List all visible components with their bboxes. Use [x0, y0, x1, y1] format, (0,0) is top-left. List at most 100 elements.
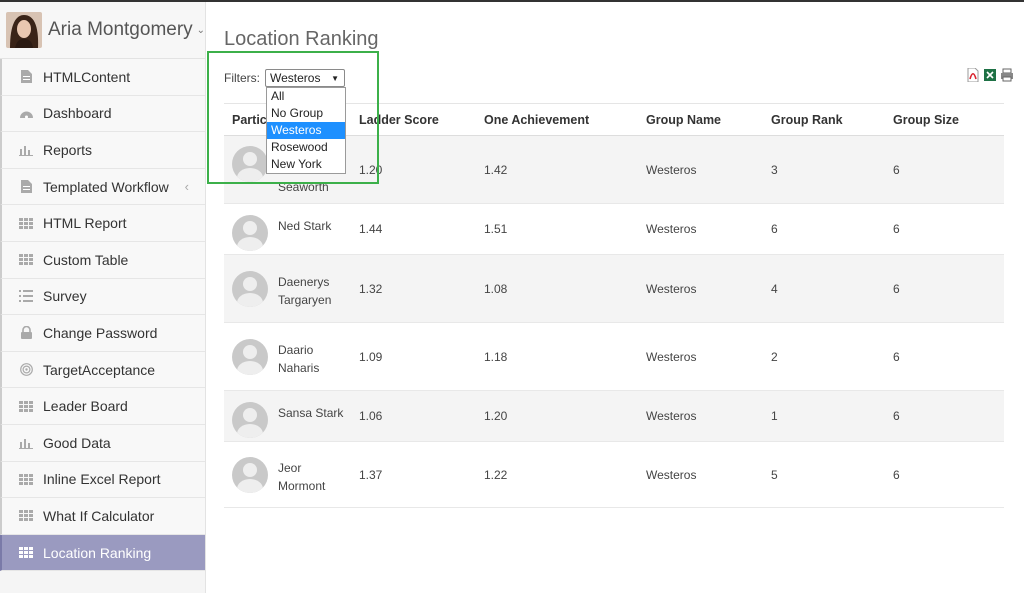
page-title: Location Ranking	[224, 28, 379, 50]
sidebar-item-label: Custom Table	[43, 251, 129, 268]
dropdown-option-new-york[interactable]: New York	[267, 156, 345, 173]
group-name-cell: Westeros	[646, 467, 697, 482]
sidebar-item-label: HTMLContent	[43, 68, 131, 85]
ladder-score-cell: 1.20	[359, 162, 383, 177]
sidebar-item-htmlcontent[interactable]: HTMLContent	[0, 59, 205, 96]
grid-icon	[18, 253, 34, 267]
document-icon	[18, 70, 34, 84]
participant-cell: Ned Stark	[224, 204, 351, 255]
main-content: Location Ranking Filters: Westeros ▼ All…	[207, 2, 1024, 593]
column-header-group-name[interactable]: Group Name	[638, 104, 763, 136]
column-header-group-size[interactable]: Group Size	[885, 104, 1004, 136]
ladder-score-cell: 1.44	[359, 222, 383, 236]
group-name-cell: Westeros	[646, 162, 697, 177]
participant-cell: Daario Naharis	[224, 323, 351, 391]
group-size-cell: 6	[893, 281, 900, 296]
sidebar-item-label: Reports	[43, 141, 93, 158]
achievement-cell: 1.18	[484, 349, 508, 364]
grid-icon	[18, 472, 34, 486]
ladder-score-cell: 1.06	[359, 409, 383, 423]
grid-icon	[18, 546, 34, 560]
sidebar-item-label: Dashboard	[43, 105, 112, 122]
table-row[interactable]: Daario Naharis 1.09 1.18 Westeros 2 6	[224, 322, 1004, 391]
column-header-group-rank[interactable]: Group Rank	[763, 104, 885, 136]
filters-bar: Filters: Westeros ▼	[224, 69, 345, 87]
participant-cell: Jeor Mormont	[224, 442, 351, 508]
sidebar-item-leader-board[interactable]: Leader Board	[0, 388, 205, 425]
sidebar-item-label: HTML Report	[43, 215, 127, 232]
avatar	[232, 270, 268, 307]
sidebar-item-targetacceptance[interactable]: TargetAcceptance	[0, 351, 205, 389]
sidebar-item-reports[interactable]: Reports	[0, 132, 205, 169]
avatar	[232, 145, 268, 182]
sidebar-menu: HTMLContent Dashboard Reports Templated …	[0, 59, 205, 572]
sidebar-item-label: Location Ranking	[43, 544, 152, 561]
group-name-cell: Westeros	[646, 281, 697, 296]
document-icon	[18, 180, 34, 194]
sidebar-item-dashboard[interactable]: Dashboard	[0, 95, 205, 133]
table-row[interactable]: Jeor Mormont 1.37 1.22 Westeros 5 6	[224, 441, 1004, 508]
group-size-cell: 6	[893, 409, 900, 423]
dropdown-option-no-group[interactable]: No Group	[267, 105, 345, 122]
group-rank-cell: 5	[771, 467, 778, 482]
avatar	[232, 402, 268, 438]
group-rank-cell: 2	[771, 349, 778, 364]
avatar	[232, 215, 268, 251]
group-rank-cell: 4	[771, 281, 778, 296]
dropdown-option-westeros[interactable]: Westeros	[267, 122, 345, 139]
sidebar-item-location-ranking[interactable]: Location Ranking	[0, 534, 205, 572]
select-value: Westeros	[270, 71, 321, 85]
sidebar-item-custom-table[interactable]: Custom Table	[0, 241, 205, 279]
sidebar-item-label: TargetAcceptance	[43, 361, 156, 378]
group-size-cell: 6	[893, 349, 900, 364]
ladder-score-cell: 1.37	[359, 467, 383, 482]
group-rank-cell: 1	[771, 409, 778, 423]
user-profile[interactable]: Aria Montgomery ⌄	[0, 2, 205, 59]
sidebar-item-label: Change Password	[43, 324, 158, 341]
table-row[interactable]: Daenerys Targaryen 1.32 1.08 Westeros 4 …	[224, 254, 1004, 323]
sidebar-item-label: Inline Excel Report	[43, 471, 161, 488]
avatar	[232, 456, 268, 493]
dropdown-option-rosewood[interactable]: Rosewood	[267, 139, 345, 156]
export-toolbar	[966, 67, 1014, 83]
group-size-cell: 6	[893, 222, 900, 236]
group-name-cell: Westeros	[646, 409, 697, 423]
print-icon[interactable]	[1000, 68, 1014, 82]
target-icon	[18, 363, 34, 377]
achievement-cell: 1.51	[484, 222, 508, 236]
column-header-one-achievement[interactable]: One Achievement	[476, 104, 638, 136]
table-row[interactable]: Ned Stark 1.44 1.51 Westeros 6 6	[224, 203, 1004, 255]
table-row[interactable]: Sansa Stark 1.06 1.20 Westeros 1 6	[224, 390, 1004, 442]
avatar	[232, 338, 268, 375]
sidebar-item-good-data[interactable]: Good Data	[0, 424, 205, 462]
column-header-ladder-score[interactable]: Ladder Score	[351, 104, 476, 136]
lock-icon	[18, 326, 34, 340]
group-filter-dropdown: All No Group Westeros Rosewood New York	[266, 87, 346, 174]
achievement-cell: 1.22	[484, 467, 508, 482]
sidebar-item-label: Templated Workflow	[43, 178, 169, 195]
sidebar-item-label: What If Calculator	[43, 507, 155, 524]
group-rank-cell: 6	[771, 222, 778, 236]
avatar	[6, 12, 42, 48]
participant-cell: Sansa Stark	[224, 391, 351, 442]
dropdown-option-all[interactable]: All	[267, 88, 345, 105]
grid-icon	[18, 509, 34, 523]
filters-label: Filters:	[224, 71, 260, 85]
chevron-left-icon[interactable]: ‹	[185, 179, 189, 194]
pdf-export-icon[interactable]	[966, 67, 980, 83]
ladder-score-cell: 1.09	[359, 349, 383, 364]
sidebar-item-survey[interactable]: Survey	[0, 278, 205, 316]
sidebar-item-html-report[interactable]: HTML Report	[0, 205, 205, 242]
ladder-score-cell: 1.32	[359, 281, 383, 296]
group-rank-cell: 3	[771, 162, 778, 177]
achievement-cell: 1.20	[484, 409, 508, 423]
group-filter-select[interactable]: Westeros ▼	[265, 69, 345, 87]
sidebar-item-templated-workflow[interactable]: Templated Workflow ‹	[0, 168, 205, 206]
sidebar-item-inline-excel-report[interactable]: Inline Excel Report	[0, 461, 205, 499]
sidebar-item-change-password[interactable]: Change Password	[0, 315, 205, 352]
sidebar-item-what-if-calculator[interactable]: What If Calculator	[0, 498, 205, 535]
achievement-cell: 1.08	[484, 281, 508, 296]
excel-export-icon[interactable]	[983, 68, 997, 82]
chevron-down-icon[interactable]: ⌄	[197, 25, 205, 36]
sidebar: Aria Montgomery ⌄ HTMLContent Dashboard …	[0, 2, 206, 593]
